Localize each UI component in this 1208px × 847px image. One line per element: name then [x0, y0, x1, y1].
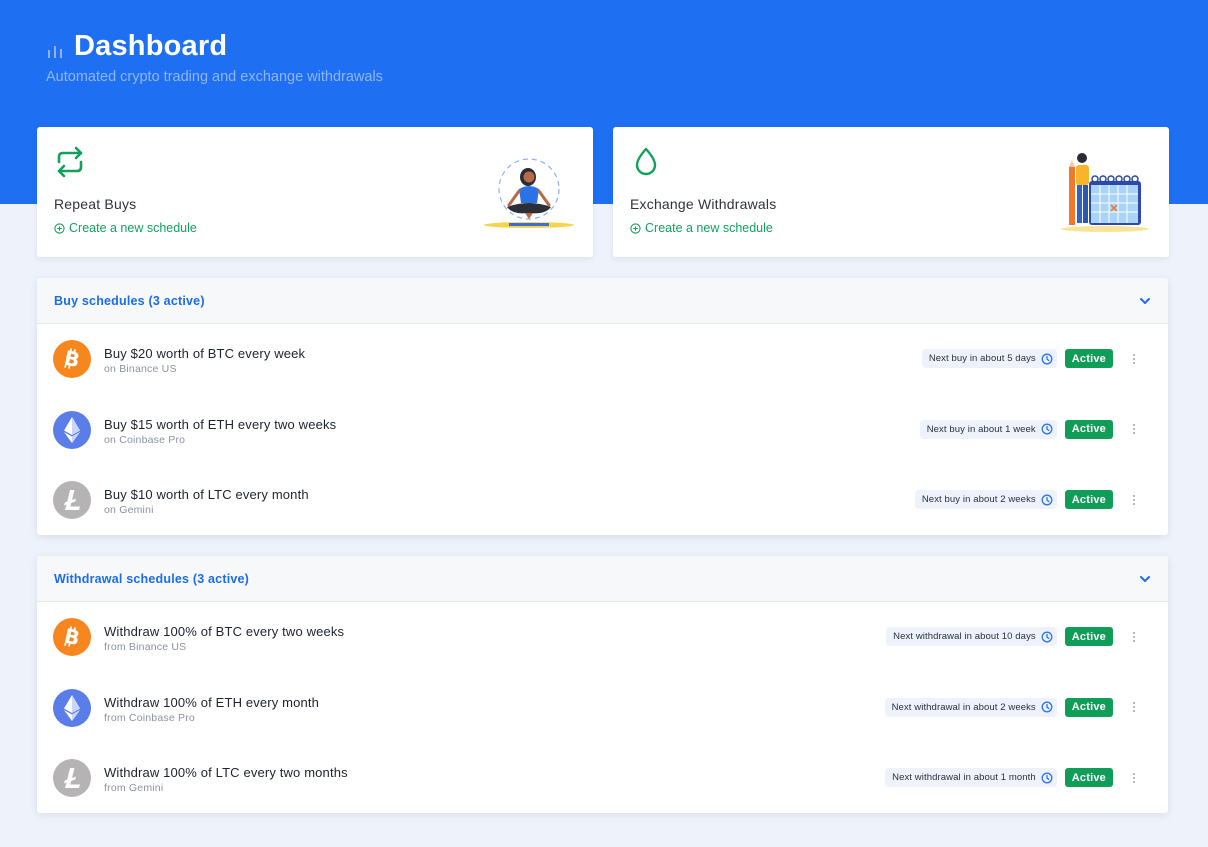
- clock-icon: [1041, 701, 1053, 713]
- next-run-pill: Next buy in about 5 days: [921, 349, 1057, 368]
- page-title-text: Dashboard: [74, 30, 228, 62]
- more-vertical-icon: [1133, 772, 1135, 783]
- more-options-button[interactable]: [1127, 627, 1141, 646]
- status-badge: Active: [1064, 697, 1113, 717]
- withdrawal-schedule-row[interactable]: B Withdraw 100% of BTC every two weeks f…: [37, 615, 1168, 686]
- buy-schedule-list: B Buy $20 worth of BTC every week on Bin…: [37, 324, 1168, 535]
- buy-schedule-row[interactable]: B Buy $20 worth of BTC every week on Bin…: [37, 337, 1168, 408]
- create-schedule-label: Create a new schedule: [645, 221, 773, 235]
- droplet-icon: [635, 147, 657, 176]
- status-badge: Active: [1064, 627, 1113, 646]
- clock-icon: [1041, 353, 1053, 364]
- schedule-title: Withdraw 100% of LTC every two months: [104, 765, 348, 780]
- next-run-text: Next withdrawal in about 2 weeks: [891, 701, 1036, 713]
- buy-schedule-row[interactable]: Buy $10 worth of LTC every month on Gemi…: [37, 478, 1168, 535]
- clock-icon: [1041, 631, 1053, 642]
- litecoin-icon: [53, 759, 91, 797]
- schedule-title: Buy $15 worth of ETH every two weeks: [104, 416, 337, 432]
- card-title: Exchange Withdrawals: [630, 196, 777, 212]
- next-run-text: Next buy in about 2 weeks: [921, 494, 1036, 505]
- more-options-button[interactable]: [1127, 698, 1141, 717]
- schedule-exchange: on Coinbase Pro: [104, 433, 186, 446]
- bitcoin-icon: B: [53, 340, 91, 378]
- schedule-title: Buy $20 worth of BTC every week: [104, 346, 306, 361]
- next-run-text: Next withdrawal in about 10 days: [893, 631, 1036, 642]
- more-options-button[interactable]: [1127, 349, 1141, 368]
- ethereum-icon: [53, 688, 91, 727]
- bitcoin-icon: B: [53, 618, 91, 656]
- schedule-exchange: on Gemini: [104, 504, 154, 516]
- exchange-withdrawals-card: Exchange Withdrawals Create a new schedu…: [613, 127, 1169, 257]
- create-schedule-label: Create a new schedule: [69, 221, 197, 235]
- next-run-text: Next withdrawal in about 1 month: [892, 772, 1036, 783]
- panel-title: Buy schedules (3 active): [54, 293, 205, 308]
- next-run-pill: Next withdrawal in about 1 month: [885, 768, 1057, 787]
- plus-circle-icon: [54, 222, 65, 234]
- next-run-pill: Next buy in about 2 weeks: [914, 490, 1057, 509]
- page-title: Dashboard: [46, 30, 227, 63]
- more-vertical-icon: [1133, 631, 1135, 642]
- status-badge: Active: [1064, 419, 1113, 439]
- buy-schedules-header[interactable]: Buy schedules (3 active): [37, 278, 1168, 324]
- more-vertical-icon: [1133, 702, 1135, 712]
- next-run-pill: Next withdrawal in about 10 days: [886, 627, 1057, 646]
- create-buy-schedule-link[interactable]: Create a new schedule: [54, 221, 197, 235]
- schedule-exchange: on Binance US: [104, 363, 177, 375]
- schedule-title: Withdraw 100% of ETH every month: [104, 694, 320, 710]
- withdrawal-schedule-row[interactable]: Withdraw 100% of LTC every two months fr…: [37, 756, 1168, 813]
- more-vertical-icon: [1133, 494, 1135, 505]
- buy-schedule-row[interactable]: Buy $15 worth of ETH every two weeks on …: [37, 408, 1168, 479]
- calendar-illustration: [1061, 153, 1149, 232]
- create-withdrawal-schedule-link[interactable]: Create a new schedule: [630, 221, 773, 235]
- schedule-exchange: from Binance US: [104, 641, 187, 653]
- next-run-pill: Next buy in about 1 week: [919, 419, 1057, 439]
- more-vertical-icon: [1133, 353, 1135, 364]
- status-badge: Active: [1064, 768, 1113, 787]
- page-subtitle: Automated crypto trading and exchange wi…: [46, 69, 383, 85]
- more-options-button[interactable]: [1127, 490, 1141, 509]
- chevron-down-icon[interactable]: [1138, 572, 1152, 586]
- withdrawal-schedule-list: B Withdraw 100% of BTC every two weeks f…: [37, 602, 1168, 813]
- clock-icon: [1041, 494, 1053, 505]
- withdrawal-schedules-panel: Withdrawal schedules (3 active) B Withdr…: [37, 556, 1168, 813]
- buy-schedules-panel: Buy schedules (3 active) B Buy $20 worth…: [37, 278, 1168, 535]
- plus-circle-icon: [630, 222, 641, 234]
- clock-icon: [1041, 772, 1053, 783]
- repeat-buys-card: Repeat Buys Create a new schedule: [37, 127, 593, 257]
- more-vertical-icon: [1133, 424, 1135, 434]
- next-run-text: Next buy in about 5 days: [928, 353, 1036, 364]
- more-options-button[interactable]: [1127, 768, 1141, 787]
- next-run-pill: Next withdrawal in about 2 weeks: [884, 697, 1057, 717]
- meditation-illustration: [484, 158, 574, 228]
- status-badge: Active: [1064, 490, 1113, 509]
- schedule-exchange: from Gemini: [104, 782, 164, 794]
- chevron-down-icon[interactable]: [1138, 294, 1152, 308]
- schedule-title: Buy $10 worth of LTC every month: [104, 487, 309, 502]
- schedule-exchange: from Coinbase Pro: [104, 711, 195, 724]
- withdrawal-schedules-header[interactable]: Withdrawal schedules (3 active): [37, 556, 1168, 602]
- repeat-icon: [57, 146, 83, 178]
- schedule-title: Withdraw 100% of BTC every two weeks: [104, 624, 345, 639]
- withdrawal-schedule-row[interactable]: Withdraw 100% of ETH every month from Co…: [37, 686, 1168, 757]
- card-title: Repeat Buys: [54, 196, 137, 212]
- bar-chart-icon: [48, 45, 62, 58]
- more-options-button[interactable]: [1127, 420, 1141, 439]
- next-run-text: Next buy in about 1 week: [926, 423, 1036, 435]
- ethereum-icon: [53, 410, 91, 449]
- status-badge: Active: [1064, 349, 1113, 368]
- clock-icon: [1041, 423, 1053, 435]
- litecoin-icon: [53, 481, 91, 519]
- panel-title: Withdrawal schedules (3 active): [54, 571, 250, 586]
